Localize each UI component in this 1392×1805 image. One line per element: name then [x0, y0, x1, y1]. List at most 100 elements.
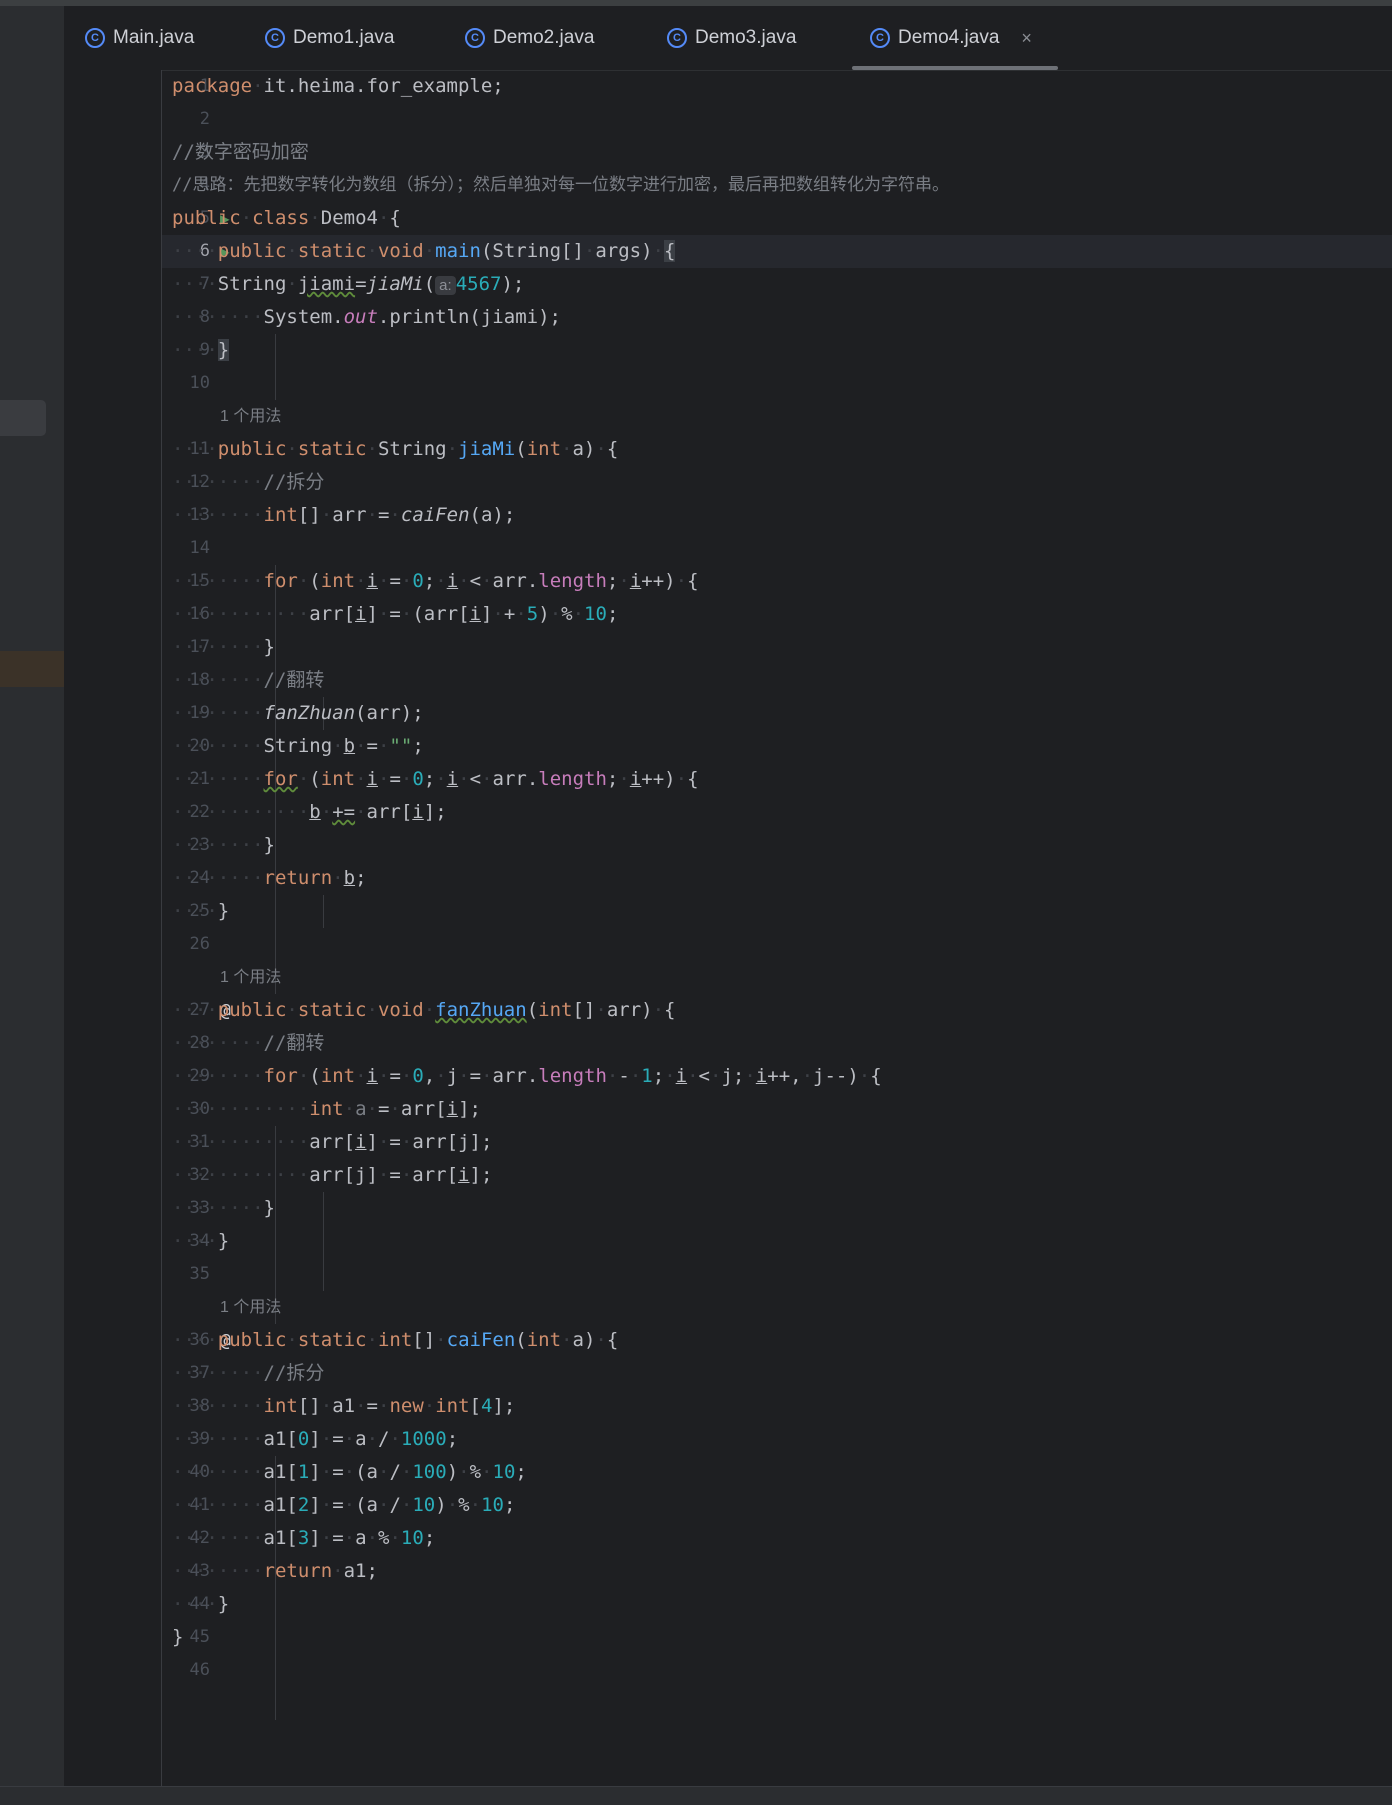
code-line: 36 @ ····public·static·int[]·caiFen(int·…	[162, 1324, 1392, 1357]
code-line: 44 ····}	[162, 1588, 1392, 1621]
tab-label: Demo3.java	[695, 27, 797, 48]
code-text: public·class·Demo4·{	[172, 207, 401, 229]
code-text: ········int[]·a1·=·new·int[4];	[172, 1395, 516, 1417]
code-line: 21 ········for·(int·i·=·0;·i·<·arr.lengt…	[162, 763, 1392, 796]
code-text: ········}	[172, 834, 275, 856]
editor-tab-bar: C Main.java C Demo1.java C Demo2.java C …	[65, 6, 1392, 71]
tab-main-java[interactable]: C Main.java	[85, 6, 194, 70]
code-text: ····public·static·String·jiaMi(int·a)·{	[172, 438, 619, 460]
tab-demo1-java[interactable]: C Demo1.java	[265, 6, 394, 70]
code-text: ········for·(int·i·=·0;·i·<·arr.length;·…	[172, 570, 699, 592]
code-text: ········a1[0]·=·a·/·1000;	[172, 1428, 459, 1450]
tab-label: Demo1.java	[293, 27, 395, 48]
code-text: }	[172, 1626, 184, 1648]
code-text: ····String·jiami=jiaMi(a: 4567);	[172, 273, 525, 295]
code-line: 22 ············b·+=·arr[i];	[162, 796, 1392, 829]
class-icon: C	[870, 28, 890, 48]
code-text: ····public·static·void·main(String[]·arg…	[172, 240, 676, 262]
usage-hint[interactable]: 1 个用法	[220, 1291, 281, 1324]
code-line: 30 ············int·a·=·arr[i];	[162, 1093, 1392, 1126]
usage-hint-row: 1 个用法	[162, 1291, 1392, 1324]
code-text: ········}	[172, 1197, 275, 1219]
line-number: 46	[189, 1660, 210, 1680]
code-line: 11 ····public·static·String·jiaMi(int·a)…	[162, 433, 1392, 466]
line-gutter	[65, 70, 162, 1786]
code-text: ········return·a1;	[172, 1560, 378, 1582]
code-line: 39 ········a1[0]·=·a·/·1000;	[162, 1423, 1392, 1456]
code-text: ········//拆分	[172, 471, 325, 493]
code-line: 5 ▶ public·class·Demo4·{	[162, 202, 1392, 235]
code-line: 43 ········return·a1;	[162, 1555, 1392, 1588]
code-text: ········//拆分	[172, 1362, 325, 1384]
tab-demo3-java[interactable]: C Demo3.java	[667, 6, 796, 70]
code-line: 26	[162, 928, 1392, 961]
usage-hint[interactable]: 1 个用法	[220, 961, 281, 994]
code-line: 45 }	[162, 1621, 1392, 1654]
code-line: 46	[162, 1654, 1392, 1687]
code-line: 24 ········return·b;	[162, 862, 1392, 895]
code-line: 13 ········int[]·arr·=·caiFen(a);	[162, 499, 1392, 532]
status-bar	[0, 1786, 1392, 1805]
code-line: 38 ········int[]·a1·=·new·int[4];	[162, 1390, 1392, 1423]
code-text: ········//翻转	[172, 1032, 325, 1054]
tool-strip-highlight	[0, 651, 64, 687]
code-line: 29 ········for·(int·i·=·0,·j·=·arr.lengt…	[162, 1060, 1392, 1093]
class-icon: C	[465, 28, 485, 48]
tab-demo2-java[interactable]: C Demo2.java	[465, 6, 594, 70]
code-line: 3 //数字密码加密	[162, 136, 1392, 169]
code-text: ········System.out.println(jiami);	[172, 306, 561, 328]
tool-strip-marker[interactable]	[0, 400, 46, 436]
code-token: package	[172, 75, 253, 97]
code-text: ········for·(int·i·=·0,·j·=·arr.length·-…	[172, 1065, 882, 1087]
code-line: 17 ········}	[162, 631, 1392, 664]
code-line: 16 ············arr[i]·=·(arr[i]·+·5)·%·1…	[162, 598, 1392, 631]
comment-text: //思路：先把数字转化为数组（拆分）；然后单独对每一位数字进行加密，最后再把数组…	[172, 175, 949, 195]
code-text: ········a1[3]·=·a·%·10;	[172, 1527, 436, 1549]
code-text: ········String·b·=·"";	[172, 735, 424, 757]
code-line: 20 ········String·b·=·"";	[162, 730, 1392, 763]
code-text: ········fanZhuan(arr);	[172, 702, 424, 724]
line-number: 10	[189, 373, 210, 393]
tab-label: Demo4.java	[898, 27, 1000, 48]
code-line: 31 ············arr[i]·=·arr[j];	[162, 1126, 1392, 1159]
code-text: ····}	[172, 1593, 230, 1615]
code-line: 8 ········System.out.println(jiami);	[162, 301, 1392, 334]
project-tool-strip	[0, 6, 65, 1786]
code-text: ············arr[j]·=·arr[i];	[172, 1164, 493, 1186]
code-text: ········}	[172, 636, 275, 658]
comment-text: //数字密码加密	[172, 141, 309, 163]
tab-label: Main.java	[113, 27, 195, 48]
code-line: 25 ····}	[162, 895, 1392, 928]
code-text: ········a1[1]·=·(a·/·100)·%·10;	[172, 1461, 527, 1483]
class-icon: C	[265, 28, 285, 48]
code-text: ········for·(int·i·=·0;·i·<·arr.length;·…	[172, 768, 699, 790]
code-line: 10	[162, 367, 1392, 400]
tab-demo4-java[interactable]: C Demo4.java ×	[852, 6, 1058, 70]
code-line: 2	[162, 103, 1392, 136]
code-line: 27 @ ····public·static·void·fanZhuan(int…	[162, 994, 1392, 1027]
code-text: ····public·static·int[]·caiFen(int·a)·{	[172, 1329, 619, 1351]
code-line: 34 ····}	[162, 1225, 1392, 1258]
class-icon: C	[667, 28, 687, 48]
code-line: 40 ········a1[1]·=·(a·/·100)·%·10;	[162, 1456, 1392, 1489]
class-icon: C	[85, 28, 105, 48]
code-editor: C Main.java C Demo1.java C Demo2.java C …	[65, 6, 1392, 1786]
usage-hint[interactable]: 1 个用法	[220, 400, 281, 433]
code-text: ····public·static·void·fanZhuan(int[]·ar…	[172, 999, 676, 1021]
close-tab-icon[interactable]: ×	[1021, 28, 1032, 49]
code-text: ····}	[172, 1230, 230, 1252]
tab-label: Demo2.java	[493, 27, 595, 48]
code-line: 1 package·it.heima.for_example;	[162, 70, 1392, 103]
code-line: 15 ········for·(int·i·=·0;·i·<·arr.lengt…	[162, 565, 1392, 598]
code-line: 9 ····}	[162, 334, 1392, 367]
line-number: 2	[199, 109, 210, 129]
line-number: 35	[189, 1264, 210, 1284]
line-number: 14	[189, 538, 210, 558]
usage-hint-row: 1 个用法	[162, 961, 1392, 994]
code-line: 42 ········a1[3]·=·a·%·10;	[162, 1522, 1392, 1555]
current-code-line: 6 ▶ ····public·static·void·main(String[]…	[162, 235, 1392, 268]
code-line: 18 ········//翻转	[162, 664, 1392, 697]
code-text: ········//翻转	[172, 669, 325, 691]
code-text: ····}	[172, 339, 230, 361]
code-area[interactable]: 1 package·it.heima.for_example; 2 3 //数字…	[162, 70, 1392, 1786]
